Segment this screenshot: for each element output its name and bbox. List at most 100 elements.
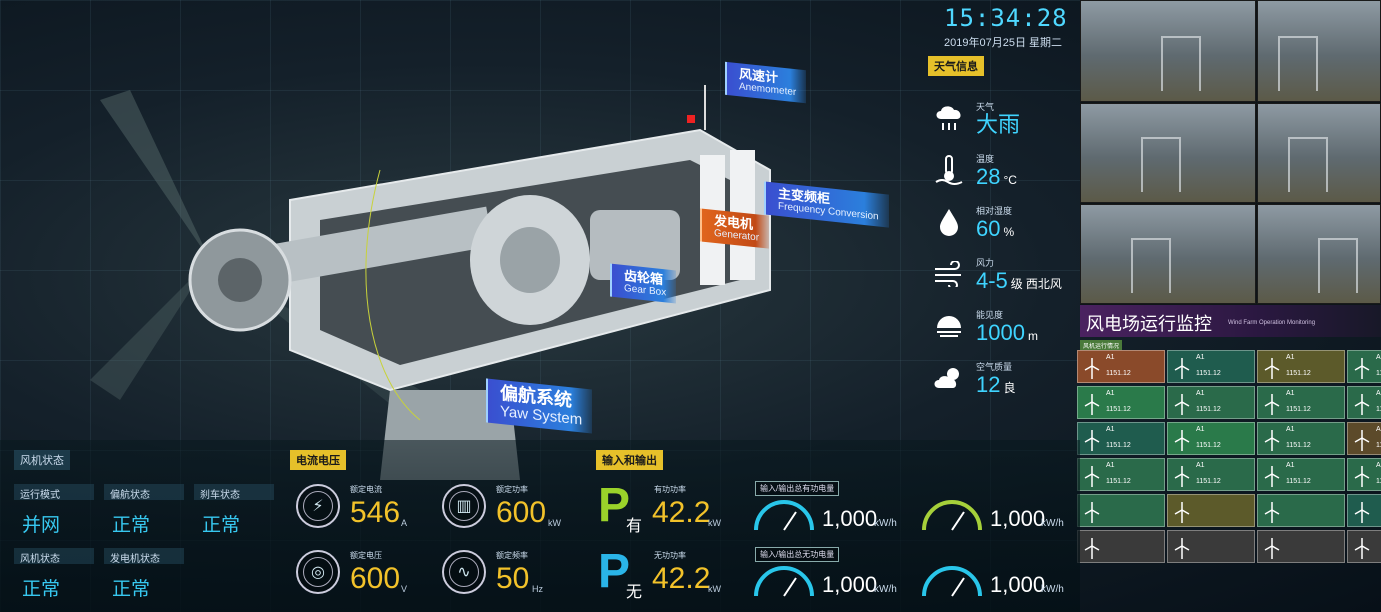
reactive-total-value-1: 1,000 — [822, 572, 878, 597]
wind-turbine-icon — [1173, 393, 1191, 415]
turbine-card[interactable]: A1 1151.12 — [1077, 386, 1165, 419]
video-feed[interactable] — [1080, 103, 1256, 203]
turbine-card[interactable]: A1 1151.12 — [1347, 386, 1381, 419]
turbine-card-id: A1 — [1196, 426, 1205, 433]
turbine-card[interactable]: A1 1151.12 — [1257, 386, 1345, 419]
rated-frequency-value: 50 — [496, 562, 530, 595]
turbine-card-id: A1 — [1196, 390, 1205, 397]
turbine-card[interactable] — [1077, 494, 1165, 527]
active-total-value-2: 1,000 — [990, 506, 1046, 531]
weather-row-humidity: 相对湿度 60% — [930, 196, 1075, 248]
monitor-title: 风电场运行监控 — [1086, 314, 1212, 334]
video-feed[interactable] — [1257, 103, 1381, 203]
monitor-header: 风电场运行监控 Wind Farm Operation Monitoring — [1080, 305, 1381, 337]
active-power-label: 有功功率 — [654, 485, 686, 494]
fan-state-label: 风机状态 — [14, 548, 94, 565]
turbine-card[interactable]: A1 1151.12 — [1347, 350, 1381, 383]
turbine-card[interactable]: A1 1151.12 — [1257, 350, 1345, 383]
turbine-card-id: A1 — [1106, 390, 1115, 397]
turbine-card-id: A1 — [1376, 354, 1381, 361]
active-power-subscript: 有 — [626, 518, 643, 535]
turbine-card-id: A1 — [1196, 354, 1205, 361]
weather-value: 大雨 — [976, 111, 1021, 137]
reactive-total-unit-2: kW/h — [1041, 584, 1064, 595]
reactive-total-label: 输入/输出总无功电量 — [755, 547, 840, 562]
turbine-card-value: 1151.12 — [1286, 370, 1311, 377]
rain-cloud-icon — [930, 101, 968, 135]
turbine-card-id: A1 — [1376, 462, 1381, 469]
turbine-card[interactable]: A1 1151.12 — [1167, 422, 1255, 455]
wind-turbine-icon — [1083, 393, 1101, 415]
rated-frequency-label: 额定频率 — [496, 551, 528, 560]
rated-power-unit: kW — [548, 518, 561, 528]
turbine-card[interactable]: A1 1151.12 — [1077, 422, 1165, 455]
weather-section-title: 天气信息 — [928, 56, 984, 76]
video-feed[interactable] — [1257, 0, 1381, 102]
humidity-value: 60 — [976, 215, 1001, 241]
wind-turbine-icon — [1173, 357, 1191, 379]
wind-turbine-icon — [1263, 393, 1281, 415]
turbine-card[interactable]: A1 1151.12 — [1167, 458, 1255, 491]
wind-turbine-icon — [1083, 537, 1101, 559]
gauge-icon — [922, 500, 982, 531]
wind-turbine-icon — [1353, 357, 1371, 379]
video-feed[interactable] — [1080, 204, 1256, 304]
turbine-card[interactable]: A1 1151.12 — [1167, 350, 1255, 383]
gauge-icon — [922, 566, 982, 597]
wind-turbine-icon — [1173, 465, 1191, 487]
turbine-card-value: 1151.12 — [1196, 478, 1221, 485]
wind-turbine-icon — [1353, 537, 1371, 559]
active-total-label: 输入/输出总有功电量 — [755, 481, 840, 496]
turbine-card[interactable]: A1 1151.12 — [1347, 422, 1381, 455]
turbine-card[interactable] — [1077, 530, 1165, 563]
weather-row-visibility: 能见度 1000 m — [930, 300, 1075, 352]
wind-unit: 级 — [1010, 276, 1023, 291]
turbine-card[interactable]: A1 1151.12 — [1257, 422, 1345, 455]
humidity-unit: % — [1003, 224, 1015, 239]
wind-turbine-icon — [1083, 465, 1101, 487]
turbine-card-id: A1 — [1106, 426, 1115, 433]
video-feed[interactable] — [1257, 204, 1381, 304]
visibility-unit: m — [1027, 328, 1038, 343]
gauge-icon — [754, 566, 814, 597]
wind-turbine-icon — [1353, 501, 1371, 523]
run-mode-label: 运行模式 — [14, 484, 94, 501]
wind-turbine-icon — [1173, 537, 1191, 559]
turbine-card[interactable] — [1347, 530, 1381, 563]
rated-current-unit: A — [401, 518, 408, 528]
wind-value: 4-5 — [976, 267, 1008, 293]
turbine-card-value: 1151.12 — [1196, 442, 1221, 449]
reactive-total-unit-1: kW/h — [874, 584, 897, 595]
turbine-card-value: 1151.12 — [1376, 370, 1381, 377]
turbine-card[interactable]: A1 1151.12 — [1077, 350, 1165, 383]
active-total-unit-2: kW/h — [1041, 518, 1064, 529]
turbine-card[interactable] — [1257, 494, 1345, 527]
wind-direction: 西北风 — [1025, 276, 1062, 291]
turbine-card[interactable]: A1 1151.12 — [1077, 458, 1165, 491]
gauge-icon — [754, 500, 814, 531]
rated-voltage-unit: V — [401, 584, 408, 594]
wind-turbine-icon — [1263, 429, 1281, 451]
monitor-subtitle: Wind Farm Operation Monitoring — [1228, 320, 1316, 326]
gearbox-callout[interactable]: 齿轮箱 Gear Box — [610, 263, 677, 304]
video-feed[interactable] — [1080, 0, 1256, 102]
wind-turbine-icon — [1353, 429, 1371, 451]
turbine-card-value: 1151.12 — [1286, 406, 1311, 413]
turbine-card[interactable]: A1 1151.12 — [1347, 458, 1381, 491]
turbine-card[interactable] — [1167, 530, 1255, 563]
turbine-card[interactable] — [1257, 530, 1345, 563]
water-drop-icon — [930, 205, 968, 239]
turbine-card-id: A1 — [1286, 462, 1295, 469]
turbine-card-id: A1 — [1106, 462, 1115, 469]
wind-turbine-icon — [1263, 465, 1281, 487]
rated-voltage-value: 600 — [350, 562, 401, 595]
status-section-title: 风机状态 — [14, 450, 70, 470]
rated-current-label: 额定电流 — [350, 485, 382, 494]
rated-frequency-unit: Hz — [532, 584, 543, 594]
reactive-power-subscript: 无 — [626, 584, 643, 601]
turbine-card[interactable]: A1 1151.12 — [1257, 458, 1345, 491]
wind-turbine-icon — [1173, 501, 1191, 523]
turbine-card[interactable]: A1 1151.12 — [1167, 386, 1255, 419]
turbine-card[interactable] — [1347, 494, 1381, 527]
turbine-card[interactable] — [1167, 494, 1255, 527]
